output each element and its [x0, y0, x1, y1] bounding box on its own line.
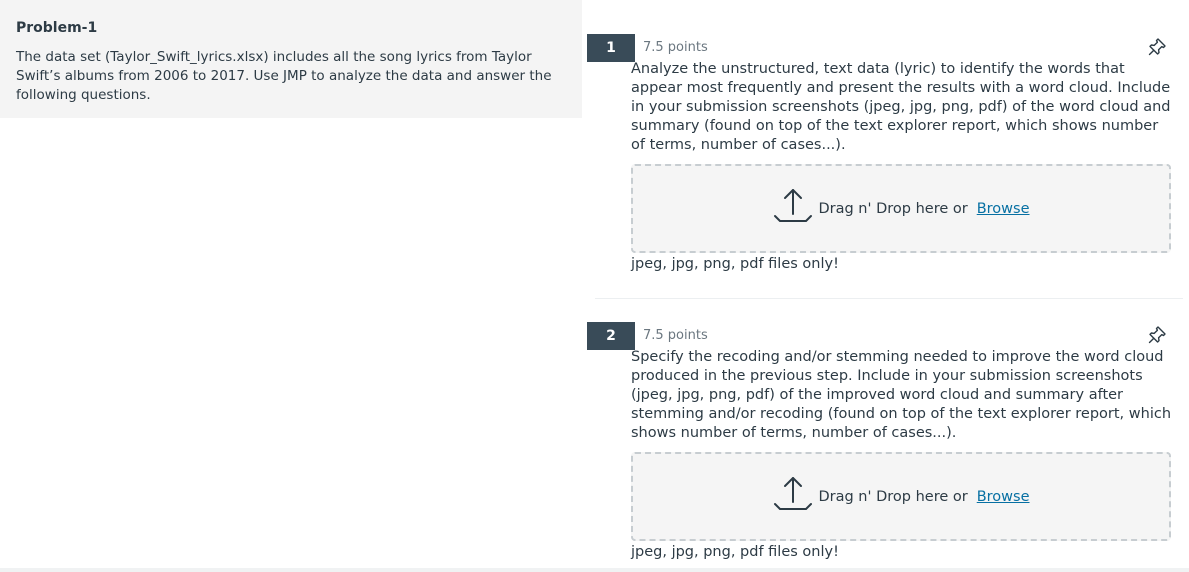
- file-type-hint: jpeg, jpg, png, pdf files only!: [631, 256, 839, 272]
- question-points: 7.5 points: [643, 328, 708, 343]
- question-1: 1 7.5 points Analyze the unstructured, t…: [587, 34, 1183, 274]
- file-dropzone[interactable]: Drag n' Drop here or Browse: [631, 164, 1171, 253]
- question-number-badge: 1: [587, 34, 635, 62]
- quiz-page: Problem-1 The data set (Taylor_Swift_lyr…: [0, 0, 1189, 572]
- browse-link[interactable]: Browse: [977, 489, 1030, 505]
- passage-panel: Problem-1 The data set (Taylor_Swift_lyr…: [0, 0, 582, 118]
- dropzone-text: Drag n' Drop here or: [818, 488, 968, 505]
- questions-column: 1 7.5 points Analyze the unstructured, t…: [587, 0, 1183, 572]
- bottom-edge: [0, 568, 1189, 572]
- question-points: 7.5 points: [643, 40, 708, 55]
- question-text: Specify the recoding and/or stemming nee…: [631, 349, 1172, 441]
- dropzone-text: Drag n' Drop here or: [818, 200, 968, 217]
- browse-link[interactable]: Browse: [977, 201, 1030, 217]
- question-divider: [595, 298, 1183, 299]
- question-header: 1 7.5 points: [587, 34, 1183, 62]
- question-text: Analyze the unstructured, text data (lyr…: [631, 61, 1171, 153]
- upload-icon: [774, 476, 813, 510]
- file-type-hint: jpeg, jpg, png, pdf files only!: [631, 544, 839, 560]
- pin-icon[interactable]: [1147, 37, 1167, 57]
- passage-title: Problem-1: [16, 20, 98, 36]
- pin-icon[interactable]: [1147, 325, 1167, 345]
- question-header: 2 7.5 points: [587, 322, 1183, 350]
- passage-text: The data set (Taylor_Swift_lyrics.xlsx) …: [16, 49, 552, 103]
- question-2: 2 7.5 points Specify the recoding and/or…: [587, 322, 1183, 562]
- question-number-badge: 2: [587, 322, 635, 350]
- file-dropzone[interactable]: Drag n' Drop here or Browse: [631, 452, 1171, 541]
- upload-icon: [774, 188, 813, 222]
